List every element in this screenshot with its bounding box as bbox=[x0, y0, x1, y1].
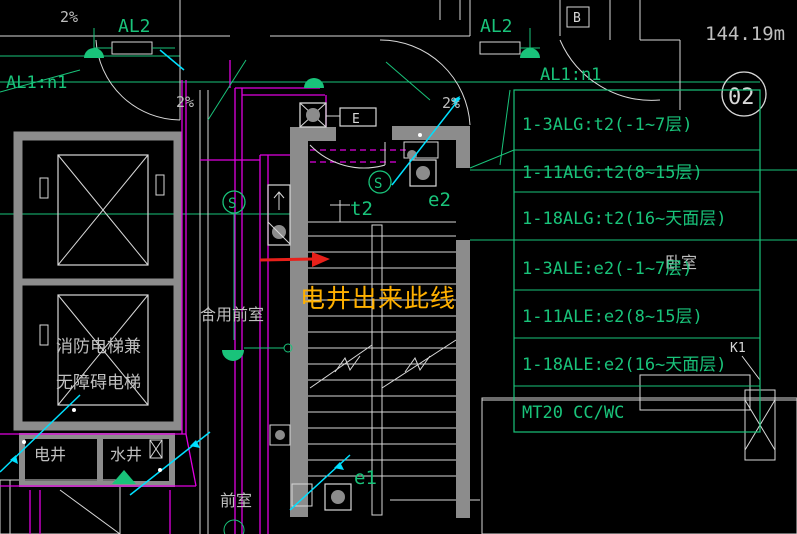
slope-label-right: 2% bbox=[442, 94, 460, 112]
slope-label-mid: 2% bbox=[176, 93, 194, 111]
e1-label: e1 bbox=[354, 467, 377, 489]
water-shaft-label: 水井 bbox=[110, 445, 142, 464]
shared-front-room-label: 合用前室 bbox=[200, 305, 264, 324]
legend-row-1: 1-3ALG:t2(-1~7层) bbox=[522, 115, 693, 135]
elevator-note-line-2: 无障碍电梯 bbox=[56, 373, 141, 393]
annotation-note: 电井出来此线 bbox=[300, 284, 457, 313]
dimension-label: 144.19m bbox=[705, 23, 785, 45]
al1-label-left: AL1:n1 bbox=[6, 73, 67, 93]
al2-label-left: AL2 bbox=[118, 16, 151, 37]
box-e-label: E bbox=[352, 112, 360, 127]
electric-shaft-label: 电井 bbox=[34, 445, 66, 464]
legend-row-3: 1-18ALG:t2(16~天面层) bbox=[522, 209, 727, 229]
e2-label: e2 bbox=[428, 189, 451, 211]
slope-label-top: 2% bbox=[60, 8, 78, 26]
legend-row-4: 1-3ALE:e2(-1~7层) bbox=[522, 259, 693, 279]
box-b-label: B bbox=[573, 11, 581, 26]
al1-label-right: AL1:n1 bbox=[540, 65, 601, 85]
cad-floor-plan: 消防电梯兼 无障碍电梯 电井 水井 E B S S 2% AL2 AL2 144… bbox=[0, 0, 797, 534]
t2-label: t2 bbox=[350, 198, 373, 220]
s-symbol-label-2: S bbox=[374, 176, 382, 192]
stair-wall-right bbox=[456, 240, 470, 518]
legend-row-5: 1-11ALE:e2(8~15层) bbox=[522, 307, 703, 327]
s-symbol-label-1: S bbox=[228, 196, 236, 212]
al2-label-right: AL2 bbox=[480, 16, 513, 37]
axis-bubble-label: 02 bbox=[728, 85, 755, 110]
elevator-note-line-1: 消防电梯兼 bbox=[56, 337, 141, 357]
front-room-label: 前室 bbox=[220, 491, 252, 510]
legend-row-6: 1-18ALE:e2(16~天面层) bbox=[522, 355, 727, 375]
legend-row-7: MT20 CC/WC bbox=[522, 403, 624, 423]
legend-row-2: 1-11ALG:t2(8~15层) bbox=[522, 163, 703, 183]
k1-label: K1 bbox=[730, 341, 746, 356]
stair-wall-left bbox=[290, 127, 308, 517]
